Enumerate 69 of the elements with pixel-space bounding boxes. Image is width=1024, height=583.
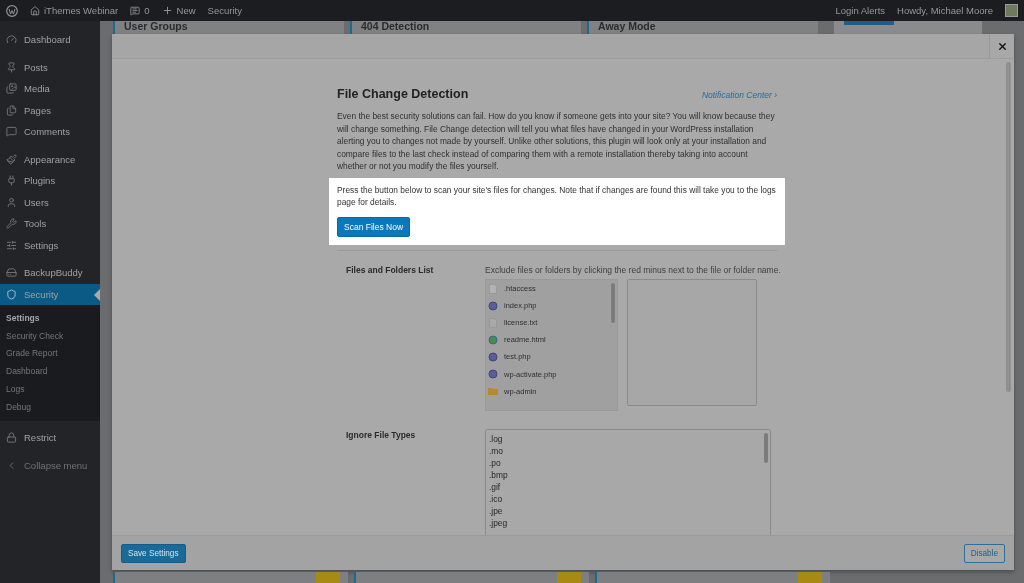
menu-icon xyxy=(6,267,17,279)
module-card: Away Mode xyxy=(587,21,818,34)
comments-link[interactable]: 0 xyxy=(130,5,150,16)
menu-icon xyxy=(6,126,17,138)
field-label: Ignore File Types xyxy=(346,429,417,442)
field-description: Exclude files or folders by clicking the red minus next to the file or folder name. xyxy=(485,263,782,276)
comment-icon xyxy=(130,5,141,16)
excluded-files-field[interactable] xyxy=(627,279,757,406)
file-icon xyxy=(488,283,498,294)
menu-icon xyxy=(6,104,17,116)
sidebar-item[interactable]: Posts xyxy=(0,56,100,78)
module-card: User Groups xyxy=(113,21,344,34)
sidebar-item[interactable]: Restrict xyxy=(0,426,100,449)
menu-icon xyxy=(6,34,17,46)
scrollbar-thumb[interactable] xyxy=(764,433,768,463)
collapse-menu-button[interactable]: Collapse menu xyxy=(0,454,100,476)
scrollbar-thumb[interactable] xyxy=(611,283,615,323)
submenu-item[interactable]: Dashboard xyxy=(0,362,100,381)
menu-icon xyxy=(6,432,17,444)
sidebar-item[interactable]: Settings xyxy=(0,234,100,256)
sidebar-item[interactable]: Plugins xyxy=(0,170,100,192)
sidebar-item[interactable]: Comments xyxy=(0,121,100,143)
sidebar-item[interactable]: Dashboard xyxy=(0,29,100,51)
file-icon xyxy=(488,351,498,362)
file-types-field[interactable]: .log .mo .po .bmp .gif .ico .jpe .jpeg xyxy=(485,429,771,535)
scrollbar-thumb[interactable] xyxy=(1006,62,1011,392)
sidebar-item[interactable]: Pages xyxy=(0,99,100,121)
admin-bar-link[interactable]: Login Alerts xyxy=(835,5,886,16)
menu-icon xyxy=(6,239,17,251)
home-icon xyxy=(30,5,40,16)
new-content-link[interactable]: New xyxy=(161,5,196,16)
save-settings-button[interactable]: Save Settings xyxy=(121,543,186,563)
sidebar-item[interactable]: BackupBuddy xyxy=(0,262,100,284)
sidebar-item[interactable]: Tools xyxy=(0,213,100,235)
dialog-title: File Change Detection xyxy=(337,87,469,101)
close-icon xyxy=(996,40,1008,52)
submenu-item[interactable]: Logs xyxy=(0,380,100,398)
scan-files-button[interactable]: Scan Files Now xyxy=(337,216,411,237)
submenu-item[interactable]: Debug xyxy=(0,398,100,416)
menu-icon xyxy=(6,61,17,73)
field-label: Files and Folders List xyxy=(346,263,435,277)
menu-icon xyxy=(6,288,17,300)
plugin-menu-link[interactable]: Security xyxy=(207,5,242,16)
scan-note-text: Press the button below to scan your site's files for changes. Note that if changes are found this will take you to the logs page for details. xyxy=(337,183,777,209)
sidebar-item[interactable]: Users xyxy=(0,191,100,213)
menu-icon xyxy=(6,218,17,230)
module-card: 404 Detection xyxy=(350,21,581,34)
site-name-link[interactable]: iThemes Webinar xyxy=(30,5,119,16)
folder-icon xyxy=(488,386,498,397)
tag-marker xyxy=(798,572,822,583)
wordpress-logo-icon[interactable] xyxy=(6,4,18,17)
menu-icon xyxy=(6,196,17,208)
sidebar-item[interactable]: Media xyxy=(0,78,100,100)
menu-icon xyxy=(6,153,17,165)
menu-icon xyxy=(6,175,17,187)
tag-marker xyxy=(557,572,581,583)
sidebar-item[interactable]: Appearance xyxy=(0,148,100,170)
file-icon xyxy=(488,300,498,311)
file-icon xyxy=(488,334,498,345)
menu-icon xyxy=(6,83,17,95)
avatar-icon[interactable] xyxy=(1005,4,1018,17)
account-link[interactable]: Howdy, Michael Moore xyxy=(897,5,993,16)
tag-marker xyxy=(316,572,340,583)
file-icon xyxy=(488,369,498,379)
submenu-item[interactable]: Security Check xyxy=(0,326,100,345)
description-text: Even the best security solutions can fail. How do you know if someone gets into your site? You will know because they will change something. File Change detection will tell you what files have changed in your WordPress installation alerting you to changes not made by yourself. Unlike other solutions, this plugin will look only at your installation and compare files to the last check instead of comparing them with a remote installation thereby taking into account whether or not you modify the files yourself. xyxy=(337,110,776,173)
plus-icon xyxy=(161,5,173,16)
submenu-item[interactable]: Grade Report xyxy=(0,344,100,363)
submenu-item[interactable]: Settings xyxy=(0,309,100,327)
